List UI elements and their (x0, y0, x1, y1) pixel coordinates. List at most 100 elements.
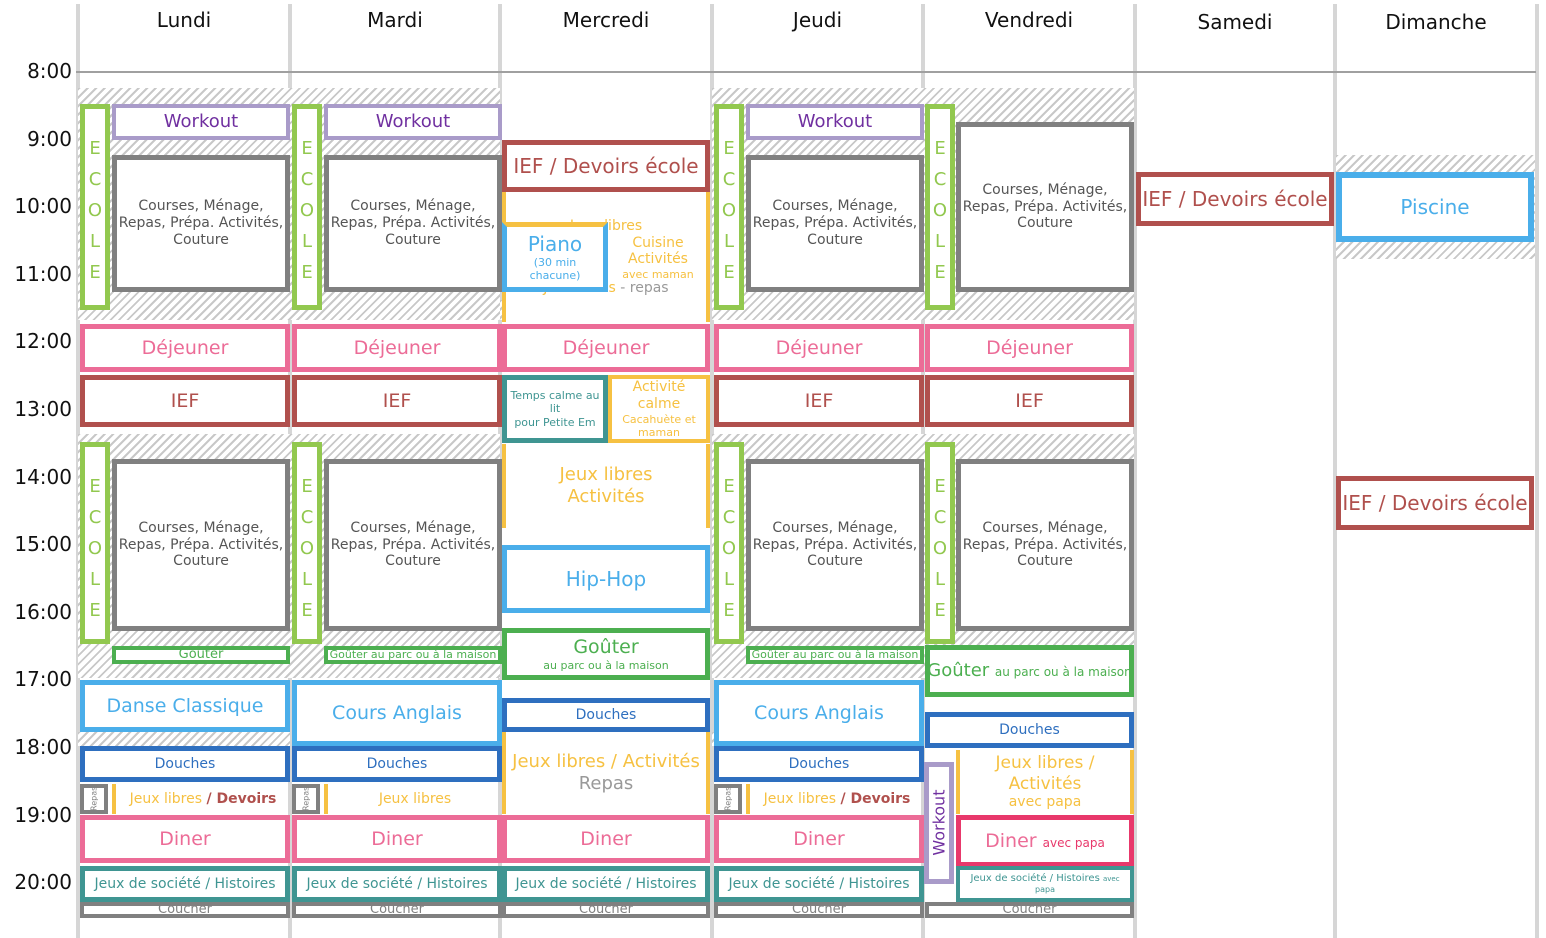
event-mardi-d-jeuner[interactable]: Déjeuner (292, 324, 502, 372)
event-text: Workout (375, 111, 451, 133)
event-jeudi-ecole[interactable]: ECOLE (714, 442, 744, 644)
event-mercredi-coucher[interactable]: Coucher (502, 902, 710, 918)
event-text: Workout (797, 111, 873, 133)
hatched-area (78, 732, 290, 746)
event-mardi-courses-m-nage[interactable]: Courses, Ménage, Repas, Prépa. Activités,… (324, 459, 502, 631)
event-mercredi-temps-calme-au-lit[interactable]: Temps calme au lit pour Petite Em (502, 375, 608, 443)
event-text: Courses, Ménage, (350, 519, 476, 536)
time-label: 18:00 (14, 735, 72, 759)
event-vendredi-courses-m-nage[interactable]: Courses, Ménage, Repas, Prépa. Activités,… (956, 122, 1134, 292)
event-dimanche-ief-devoirs-cole[interactable]: IEF / Devoirs école (1336, 476, 1534, 530)
event-mardi-courses-m-nage[interactable]: Courses, Ménage, Repas, Prépa. Activités,… (324, 155, 502, 292)
event-text: Diner (985, 829, 1043, 852)
event-text: IEF (804, 389, 834, 412)
event-lundi-ief[interactable]: IEF (80, 375, 290, 427)
event-vendredi-ecole[interactable]: ECOLE (925, 104, 955, 310)
event-lundi-go-ter[interactable]: Goûter (112, 646, 290, 664)
event-mercredi-jeux-libres-activit-s[interactable]: Jeux libres / Activités Repas (502, 732, 710, 814)
event-lundi-d-jeuner[interactable]: Déjeuner (80, 324, 290, 372)
event-mercredi-douches[interactable]: Douches (502, 698, 710, 732)
event-lundi-jeux-libres[interactable]: Jeux libres / Devoirs (112, 784, 290, 814)
event-lundi-douches[interactable]: Douches (80, 746, 290, 782)
event-vendredi-diner[interactable]: Diner avec papa (956, 815, 1134, 867)
event-mardi-ief[interactable]: IEF (292, 375, 502, 427)
event-text: Courses, Ménage, (138, 198, 264, 215)
event-lundi-repas[interactable]: Repas (80, 784, 108, 814)
event-mardi-workout[interactable]: Workout (324, 104, 502, 140)
event-jeudi-jeux-de-soci-t-histoires[interactable]: Jeux de société / Histoires (714, 866, 924, 902)
event-jeudi-ief[interactable]: IEF (714, 375, 924, 427)
event-line: Diner (159, 828, 210, 851)
event-jeudi-cours-anglais[interactable]: Cours Anglais (714, 680, 924, 746)
event-mardi-diner[interactable]: Diner (292, 815, 502, 863)
event-lundi-ecole[interactable]: ECOLE (80, 104, 110, 310)
event-vendredi-jeux-libres-activit-s[interactable]: Jeux libres / Activités avec papa (956, 750, 1134, 814)
event-mercredi-d-jeuner[interactable]: Déjeuner (502, 324, 710, 372)
event-lundi-danse-classique[interactable]: Danse Classique (80, 680, 290, 732)
event-text: papa (1035, 885, 1055, 895)
event-jeudi-courses-m-nage[interactable]: Courses, Ménage, Repas, Prépa. Activités,… (746, 459, 924, 631)
event-mercredi-go-ter[interactable]: Goûter au parc ou à la maison (502, 628, 710, 680)
event-jeudi-courses-m-nage[interactable]: Courses, Ménage, Repas, Prépa. Activités,… (746, 155, 924, 292)
event-text: Coucher (1002, 902, 1057, 918)
event-lundi-workout[interactable]: Workout (112, 104, 290, 140)
event-line: Repas, Prépa. Activités, (963, 199, 1127, 216)
event-vendredi-douches[interactable]: Douches (925, 712, 1134, 748)
event-mardi-cours-anglais[interactable]: Cours Anglais (292, 680, 502, 746)
event-jeudi-workout[interactable]: Workout (746, 104, 924, 140)
event-jeudi-jeux-libres[interactable]: Jeux libres / Devoirs (746, 784, 924, 814)
event-mercredi-ief-devoirs-cole[interactable]: IEF / Devoirs école (502, 140, 710, 192)
event-vendredi-jeux-de-soci-t-histoires[interactable]: Jeux de société / Histoires avec papa (956, 866, 1134, 902)
event-vendredi-ecole[interactable]: ECOLE (925, 442, 955, 644)
event-vendredi-workout[interactable]: Workout (924, 762, 954, 884)
event-mardi-go-ter-au-parc-ou-la-maison[interactable]: Goûter au parc ou à la maison (324, 646, 502, 664)
event-text: Goûter (573, 636, 639, 658)
event-line: Repas (579, 773, 634, 795)
event-samedi-ief-devoirs-cole[interactable]: IEF / Devoirs école (1136, 172, 1334, 226)
event-vendredi-d-jeuner[interactable]: Déjeuner (925, 324, 1134, 372)
event-mercredi-diner[interactable]: Diner (502, 815, 710, 863)
event-vendredi-courses-m-nage[interactable]: Courses, Ménage, Repas, Prépa. Activités,… (956, 459, 1134, 631)
event-vendredi-go-ter[interactable]: Goûter au parc ou à la maison (925, 645, 1134, 697)
event-vendredi-ief[interactable]: IEF (925, 375, 1134, 427)
event-mardi-ecole[interactable]: ECOLE (292, 442, 322, 644)
event-mercredi-activit-calme[interactable]: Activité calme Cacahuète et maman (608, 375, 710, 443)
event-mercredi-hip-hop[interactable]: Hip-Hop (502, 545, 710, 613)
event-vendredi-coucher[interactable]: Coucher (925, 902, 1134, 918)
event-jeudi-go-ter-au-parc-ou-la-maison[interactable]: Goûter au parc ou à la maison (746, 646, 924, 664)
event-lundi-coucher[interactable]: Coucher (80, 902, 290, 918)
event-lundi-diner[interactable]: Diner (80, 815, 290, 863)
event-mardi-douches[interactable]: Douches (292, 746, 502, 782)
event-jeudi-d-jeuner[interactable]: Déjeuner (714, 324, 924, 372)
event-mardi-jeux-de-soci-t-histoires[interactable]: Jeux de société / Histoires (292, 866, 502, 902)
event-line: (30 min chacune) (507, 256, 603, 282)
event-text: Cours Anglais (332, 701, 462, 724)
event-lundi-courses-m-nage[interactable]: Courses, Ménage, Repas, Prépa. Activités,… (112, 155, 290, 292)
event-dimanche-piscine[interactable]: Piscine (1336, 172, 1534, 242)
event-lundi-courses-m-nage[interactable]: Courses, Ménage, Repas, Prépa. Activités,… (112, 459, 290, 631)
event-jeudi-coucher[interactable]: Coucher (714, 902, 924, 918)
event-mardi-repas[interactable]: Repas (292, 784, 320, 814)
event-lundi-jeux-de-soci-t-histoires[interactable]: Jeux de société / Histoires (80, 866, 290, 902)
event-mercredi-jeux-libres[interactable]: Jeux libres Activités (502, 444, 710, 528)
event-text: Workout (929, 789, 949, 857)
event-mercredi-piano[interactable]: Piano (30 min chacune) (502, 222, 608, 292)
event-lundi-ecole[interactable]: ECOLE (80, 442, 110, 644)
event-mardi-ecole[interactable]: ECOLE (292, 104, 322, 310)
event-mardi-coucher[interactable]: Coucher (292, 902, 502, 918)
event-text: (30 min chacune) (529, 255, 581, 282)
event-text: Courses, Ménage, (982, 519, 1108, 536)
event-text: Goûter au parc ou à la maison (329, 648, 497, 662)
event-text: avec (1102, 875, 1120, 884)
event-jeudi-diner[interactable]: Diner (714, 815, 924, 863)
event-line: Couture (385, 232, 441, 249)
event-text: avec papa (1042, 835, 1105, 850)
event-mercredi-jeux-de-soci-t-histoires[interactable]: Jeux de société / Histoires (502, 866, 710, 902)
event-jeudi-repas[interactable]: Repas (714, 784, 742, 814)
event-jeudi-ecole[interactable]: ECOLE (714, 104, 744, 310)
event-text: Jeux de société / Histoires (94, 875, 276, 892)
event-jeudi-douches[interactable]: Douches (714, 746, 924, 782)
event-mardi-jeux-libres[interactable]: Jeux libres (324, 784, 502, 814)
event-mercredi-cuisine[interactable]: Cuisine Activités avec maman (608, 222, 708, 294)
event-text: Courses, Ménage, (138, 519, 264, 536)
